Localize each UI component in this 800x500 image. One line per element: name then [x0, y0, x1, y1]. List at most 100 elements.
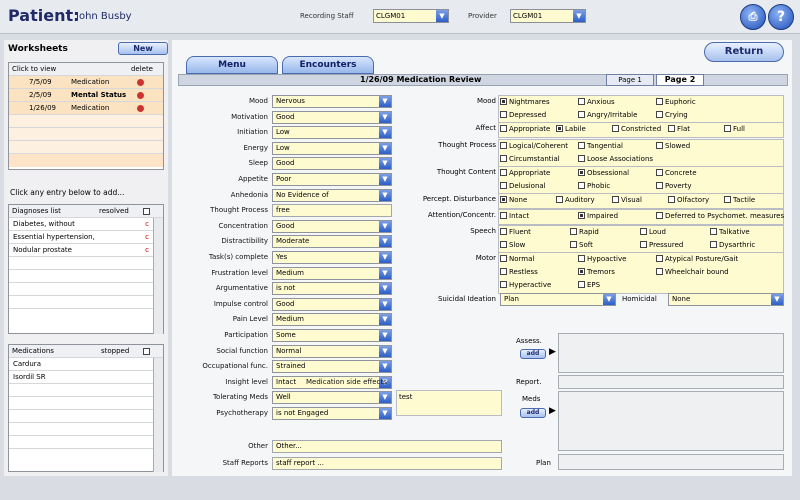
- checkbox[interactable]: [556, 125, 563, 132]
- resolved-checkbox[interactable]: [143, 208, 150, 215]
- field-select[interactable]: Low ▼: [272, 126, 392, 140]
- checkbox-option[interactable]: Restless: [500, 268, 538, 276]
- checkbox[interactable]: [710, 228, 717, 235]
- field-select[interactable]: Poor ▼: [272, 173, 392, 186]
- checkbox[interactable]: [578, 111, 585, 118]
- checkbox-option[interactable]: None: [500, 196, 527, 204]
- report-box[interactable]: [558, 375, 784, 389]
- checkbox-option[interactable]: Auditory: [556, 196, 595, 204]
- diagnosis-row[interactable]: Diabetes, without c: [9, 218, 163, 231]
- checkbox-option[interactable]: Tangential: [578, 142, 623, 150]
- checkbox[interactable]: [500, 98, 507, 105]
- checkbox-option[interactable]: Full: [724, 125, 745, 133]
- checkbox-option[interactable]: Phobic: [578, 182, 610, 190]
- checkbox-option[interactable]: Anxious: [578, 98, 615, 106]
- other-field[interactable]: Other...: [272, 440, 502, 453]
- checkbox[interactable]: [612, 125, 619, 132]
- checkbox-option[interactable]: Hypoactive: [578, 255, 626, 263]
- checkbox-option[interactable]: Loose Associations: [578, 155, 653, 163]
- meds-box[interactable]: [558, 391, 784, 451]
- checkbox[interactable]: [500, 155, 507, 162]
- recording-staff-select[interactable]: CLGM01 ▼: [373, 9, 449, 23]
- checkbox-option[interactable]: Crying: [656, 111, 688, 119]
- checkbox[interactable]: [656, 111, 663, 118]
- checkbox[interactable]: [578, 155, 585, 162]
- checkbox[interactable]: [656, 169, 663, 176]
- diagnosis-row[interactable]: Essential hypertension, c: [9, 231, 163, 244]
- checkbox[interactable]: [500, 196, 507, 203]
- checkbox-option[interactable]: Atypical Posture/Gait: [656, 255, 738, 263]
- field-select[interactable]: Low ▼: [272, 141, 392, 155]
- assess-box[interactable]: [558, 333, 784, 373]
- suicidal-select[interactable]: Plan ▼: [500, 293, 616, 306]
- checkbox[interactable]: [578, 98, 585, 105]
- checkbox[interactable]: [668, 125, 675, 132]
- checkbox-option[interactable]: Circumstantial: [500, 155, 560, 163]
- checkbox[interactable]: [500, 255, 507, 262]
- checkbox[interactable]: [656, 255, 663, 262]
- checkbox-option[interactable]: Poverty: [656, 182, 691, 190]
- checkbox-option[interactable]: Tactile: [724, 196, 755, 204]
- field-select[interactable]: Nervous ▼: [272, 95, 392, 108]
- checkbox-option[interactable]: Loud: [640, 228, 666, 236]
- checkbox-option[interactable]: Soft: [570, 241, 593, 249]
- field-select[interactable]: Moderate ▼: [272, 235, 392, 249]
- page-1-tab[interactable]: Page 1: [606, 74, 654, 86]
- worksheet-row[interactable]: 7/5/09 Medication: [9, 76, 163, 89]
- diagnosis-row[interactable]: Nodular prostate c: [9, 244, 163, 257]
- medications-scrollbar[interactable]: [153, 358, 163, 472]
- checkbox[interactable]: [656, 182, 663, 189]
- checkbox[interactable]: [578, 268, 585, 275]
- checkbox-option[interactable]: Impaired: [578, 212, 618, 220]
- tab-encounters[interactable]: Encounters: [282, 56, 374, 74]
- checkbox[interactable]: [640, 241, 647, 248]
- print-button[interactable]: ⎙: [740, 4, 766, 30]
- checkbox[interactable]: [570, 241, 577, 248]
- checkbox-option[interactable]: Labile: [556, 125, 586, 133]
- provider-select[interactable]: CLGM01 ▼: [510, 9, 586, 23]
- checkbox[interactable]: [578, 182, 585, 189]
- field-select[interactable]: is not Engaged ▼: [272, 407, 392, 420]
- tab-menu[interactable]: Menu: [186, 56, 278, 74]
- checkbox-option[interactable]: Depressed: [500, 111, 546, 119]
- plan-box[interactable]: [558, 454, 784, 470]
- checkbox-option[interactable]: Deferred to Psychomet. measures: [656, 212, 784, 220]
- checkbox-option[interactable]: Delusional: [500, 182, 546, 190]
- new-worksheet-button[interactable]: New: [118, 42, 168, 55]
- field-select[interactable]: No Evidence of ▼: [272, 188, 392, 202]
- checkbox[interactable]: [640, 228, 647, 235]
- checkbox-option[interactable]: Dysarthric: [710, 241, 755, 249]
- delete-icon[interactable]: [137, 92, 144, 99]
- checkbox[interactable]: [578, 281, 585, 288]
- meds-add-button[interactable]: add: [520, 408, 546, 418]
- field-input[interactable]: free: [272, 204, 392, 218]
- assess-add-button[interactable]: add: [520, 349, 546, 359]
- checkbox-option[interactable]: Fluent: [500, 228, 531, 236]
- checkbox[interactable]: [656, 142, 663, 149]
- checkbox[interactable]: [710, 241, 717, 248]
- checkbox-option[interactable]: Hyperactive: [500, 281, 551, 289]
- checkbox[interactable]: [500, 182, 507, 189]
- checkbox-option[interactable]: Slowed: [656, 142, 690, 150]
- delete-icon[interactable]: [137, 105, 144, 112]
- checkbox-option[interactable]: Slow: [500, 241, 525, 249]
- field-select[interactable]: Medium ▼: [272, 266, 392, 280]
- checkbox[interactable]: [656, 98, 663, 105]
- checkbox[interactable]: [724, 196, 731, 203]
- field-select[interactable]: Strained ▼: [272, 360, 392, 374]
- checkbox[interactable]: [556, 196, 563, 203]
- checkbox[interactable]: [724, 125, 731, 132]
- checkbox-option[interactable]: Intact: [500, 212, 529, 220]
- field-select[interactable]: Good ▼: [272, 157, 392, 171]
- field-select[interactable]: Yes ▼: [272, 251, 392, 264]
- diagnoses-scrollbar[interactable]: [153, 218, 163, 334]
- checkbox[interactable]: [656, 268, 663, 275]
- checkbox[interactable]: [500, 125, 507, 132]
- checkbox-option[interactable]: EPS: [578, 281, 600, 289]
- field-select[interactable]: Medium ▼: [272, 313, 392, 327]
- field-select[interactable]: Normal ▼: [272, 344, 392, 358]
- checkbox[interactable]: [656, 212, 663, 219]
- checkbox-option[interactable]: Euphoric: [656, 98, 696, 106]
- checkbox-option[interactable]: Rapid: [570, 228, 599, 236]
- stopped-checkbox[interactable]: [143, 348, 150, 355]
